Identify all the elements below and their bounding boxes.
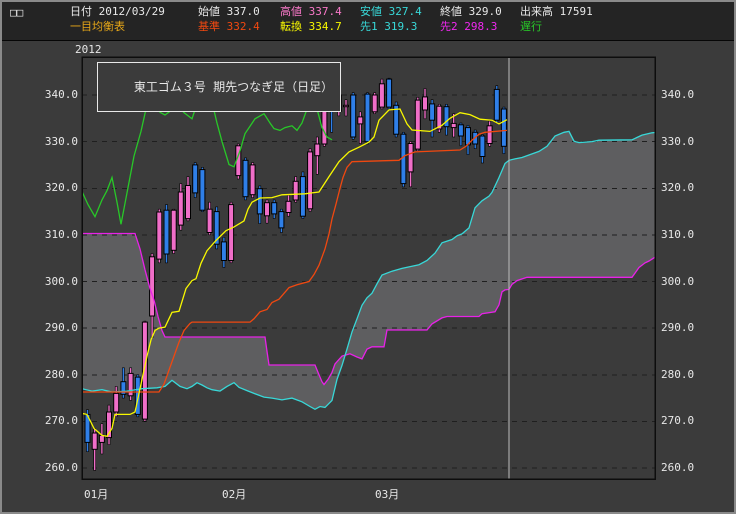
candle-down xyxy=(300,172,305,219)
y-tick-left: 340.0 xyxy=(38,89,78,100)
chart-title-box: 東工ゴム３号 期先つなぎ足（日足） xyxy=(97,62,341,112)
candle-down xyxy=(401,132,406,187)
y-tick-left: 320.0 xyxy=(38,182,78,193)
candle-up xyxy=(415,97,420,151)
candle-up xyxy=(157,209,162,263)
y-tick-right: 270.0 xyxy=(661,415,694,426)
candle-down xyxy=(193,163,198,198)
x-tick-month: 02月 xyxy=(222,486,246,502)
x-tick-month: 01月 xyxy=(84,486,108,502)
y-tick-right: 310.0 xyxy=(661,229,694,240)
candle-down xyxy=(494,86,499,123)
candle-up xyxy=(250,163,255,198)
candle-up xyxy=(372,93,377,114)
candle-down xyxy=(164,205,169,263)
y-tick-left: 270.0 xyxy=(38,415,78,426)
chart-window: □□ 日付 2012/03/29始値 337.0高値 337.4安値 327.4… xyxy=(0,0,736,514)
candle-down xyxy=(351,93,356,140)
candle-up xyxy=(379,79,384,109)
chart-title: 東工ゴム３号 期先つなぎ足（日足） xyxy=(134,80,333,94)
y-tick-left: 310.0 xyxy=(38,229,78,240)
y-tick-right: 300.0 xyxy=(661,276,694,287)
candle-down xyxy=(394,102,399,137)
y-tick-right: 280.0 xyxy=(661,369,694,380)
y-tick-right: 260.0 xyxy=(661,462,694,473)
y-tick-left: 330.0 xyxy=(38,136,78,147)
y-tick-right: 290.0 xyxy=(661,322,694,333)
y-tick-right: 330.0 xyxy=(661,136,694,147)
candle-up xyxy=(171,209,176,253)
y-tick-left: 290.0 xyxy=(38,322,78,333)
candle-down xyxy=(365,93,370,144)
y-tick-left: 300.0 xyxy=(38,276,78,287)
candle-down xyxy=(387,78,392,109)
candle-down xyxy=(200,167,205,211)
y-tick-left: 260.0 xyxy=(38,462,78,473)
candle-up xyxy=(229,202,234,263)
candle-down xyxy=(243,158,248,200)
y-tick-left: 280.0 xyxy=(38,369,78,380)
x-tick-month: 03月 xyxy=(375,486,399,502)
candle-down xyxy=(135,375,140,417)
candle-up xyxy=(308,149,313,212)
y-tick-right: 320.0 xyxy=(661,182,694,193)
y-tick-right: 340.0 xyxy=(661,89,694,100)
